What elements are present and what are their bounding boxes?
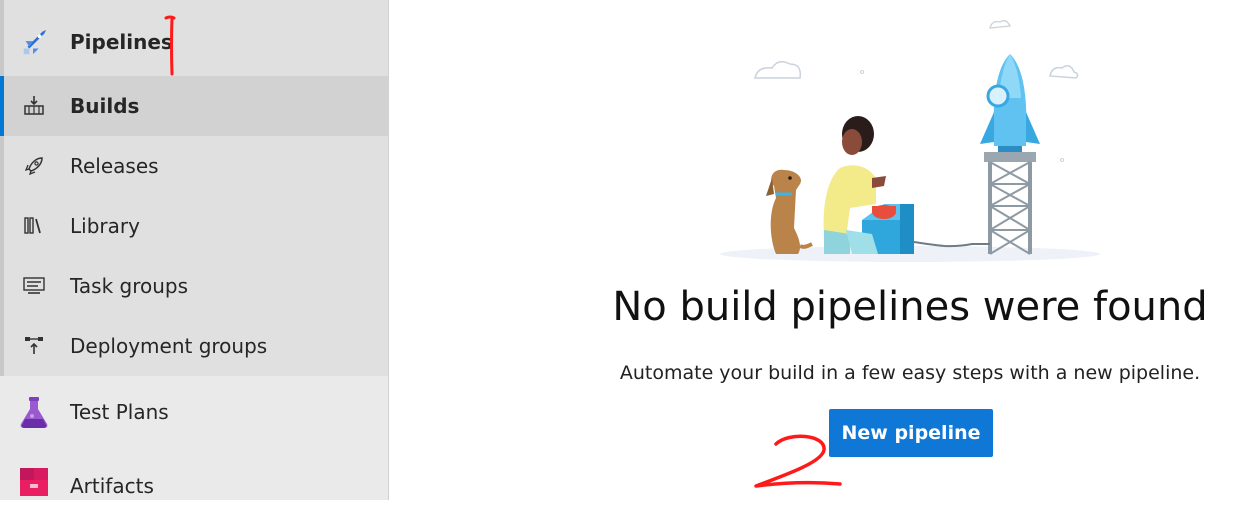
library-icon (20, 212, 48, 240)
nav-releases[interactable]: Releases (0, 136, 388, 196)
nav-artifacts[interactable]: Artifacts (0, 456, 388, 516)
new-pipeline-button[interactable]: New pipeline (829, 409, 993, 457)
package-icon (16, 462, 52, 498)
nav-releases-label: Releases (70, 154, 159, 178)
pipelines-icon (20, 28, 48, 56)
annotation-mark-two (754, 434, 842, 488)
rocket-icon (20, 152, 48, 180)
flask-icon (16, 394, 52, 430)
annotation-mark-one (164, 15, 176, 76)
empty-state-subtitle: Automate your build in a few easy steps … (619, 362, 1201, 384)
rocket-tower (980, 54, 1040, 255)
dog-figure (766, 169, 813, 254)
deployment-groups-icon (20, 332, 48, 360)
nav-pipelines-label: Pipelines (70, 30, 173, 54)
nav-deployment-groups-label: Deployment groups (70, 334, 268, 358)
nav-deployment-groups[interactable]: Deployment groups (0, 316, 388, 376)
nav-pipelines[interactable]: Pipelines (0, 12, 388, 72)
empty-state-title: No build pipelines were found (612, 284, 1208, 330)
nav-library-label: Library (70, 214, 140, 238)
nav-task-groups-label: Task groups (70, 274, 189, 298)
nav-task-groups[interactable]: Task groups (0, 256, 388, 316)
nav-library[interactable]: Library (0, 196, 388, 256)
empty-state-illustration (720, 20, 1100, 262)
nav-builds-label: Builds (70, 94, 140, 118)
builds-icon (20, 92, 48, 120)
sidebar: Pipelines Builds Releases Library Task g… (0, 0, 389, 500)
nav-artifacts-label: Artifacts (70, 474, 154, 498)
task-groups-icon (20, 272, 48, 300)
nav-test-plans[interactable]: Test Plans (0, 382, 388, 442)
nav-test-plans-label: Test Plans (70, 400, 169, 424)
nav-builds[interactable]: Builds (0, 76, 388, 136)
selected-indicator (0, 76, 4, 136)
